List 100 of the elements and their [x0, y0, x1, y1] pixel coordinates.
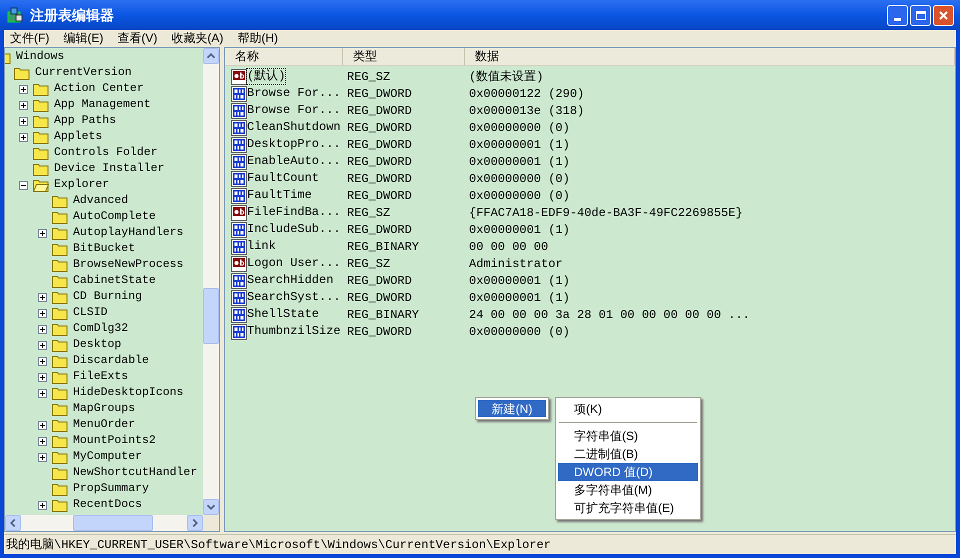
- tree-item[interactable]: MapGroups: [73, 402, 136, 416]
- tree-item[interactable]: CurrentVersion: [35, 66, 132, 80]
- value-name[interactable]: ThumbnzilSize: [247, 324, 341, 339]
- value-data: 0x00000000 (0): [468, 188, 570, 204]
- value-type: REG_DWORD: [346, 154, 413, 170]
- tree-item[interactable]: NewShortcutHandler: [73, 466, 198, 480]
- expand-icon[interactable]: [38, 292, 47, 302]
- value-name[interactable]: FaultTime: [247, 188, 312, 203]
- minimize-button[interactable]: [887, 4, 908, 26]
- menu-item[interactable]: 项(K): [558, 400, 698, 418]
- value-name[interactable]: link: [247, 239, 276, 254]
- expand-icon[interactable]: [38, 228, 47, 238]
- tree-item[interactable]: MountPoints2: [73, 434, 156, 448]
- value-type: REG_DWORD: [346, 120, 413, 136]
- column-header[interactable]: 名称: [225, 48, 343, 65]
- folder-icon: [52, 194, 68, 208]
- expand-icon[interactable]: [38, 372, 47, 382]
- tree-item[interactable]: AutoComplete: [73, 210, 156, 224]
- tree-item[interactable]: PropSummary: [73, 482, 149, 496]
- tree-item[interactable]: FileExts: [73, 370, 128, 384]
- binary-value-icon: [231, 222, 247, 238]
- tree-item[interactable]: BrowseNewProcess: [73, 258, 184, 272]
- expand-icon[interactable]: [38, 324, 47, 334]
- menu-item[interactable]: 二进制值(B): [558, 445, 698, 463]
- menu-item[interactable]: 多字符串值(M): [558, 481, 698, 499]
- tree-item[interactable]: Applets: [54, 130, 102, 144]
- menu-item[interactable]: 查看(V): [117, 31, 158, 45]
- expand-icon[interactable]: [38, 420, 47, 430]
- expand-icon[interactable]: [38, 340, 47, 350]
- value-name[interactable]: FaultCount: [247, 171, 320, 186]
- tree-item[interactable]: Desktop: [73, 338, 122, 352]
- expand-icon[interactable]: [38, 500, 47, 510]
- scroll-up-button[interactable]: [203, 48, 219, 64]
- tree-item[interactable]: Explorer: [54, 178, 110, 192]
- tree-item[interactable]: Device Installer: [54, 162, 164, 176]
- tree-item[interactable]: Action Center: [54, 82, 144, 96]
- status-bar: 我的电脑\HKEY_CURRENT_USER\Software\Microsoft\Windows\CurrentVersion\Explorer: [4, 534, 956, 554]
- tree-item[interactable]: App Management: [54, 98, 151, 112]
- scroll-left-button[interactable]: [5, 515, 21, 531]
- folder-icon: [52, 434, 68, 448]
- value-name[interactable]: FileFindBa...: [247, 205, 341, 220]
- tree-item[interactable]: Discardable: [73, 354, 149, 368]
- window-title: 注册表编辑器: [30, 6, 114, 24]
- expand-icon[interactable]: [38, 308, 47, 318]
- tree-item[interactable]: CLSID: [73, 306, 108, 320]
- maximize-button[interactable]: [910, 4, 931, 26]
- menu-item[interactable]: 新建(N): [478, 400, 546, 417]
- close-button[interactable]: [933, 4, 954, 26]
- menu-item[interactable]: 编辑(E): [63, 31, 104, 45]
- binary-value-icon: [231, 120, 247, 136]
- expand-icon[interactable]: [19, 116, 28, 126]
- menu-item[interactable]: DWORD 值(D): [558, 463, 698, 481]
- value-name[interactable]: Browse For...: [247, 86, 341, 101]
- tree-item[interactable]: Windows: [16, 50, 64, 64]
- value-name[interactable]: SearchSyst...: [247, 290, 341, 305]
- expand-icon[interactable]: [38, 356, 47, 366]
- expand-icon[interactable]: [38, 388, 47, 398]
- tree-item[interactable]: ComDlg32: [73, 322, 128, 336]
- expand-icon[interactable]: [38, 452, 47, 462]
- scroll-down-button[interactable]: [203, 499, 219, 515]
- value-name[interactable]: Logon User...: [247, 256, 341, 271]
- value-name[interactable]: IncludeSub...: [247, 222, 341, 237]
- tree-item[interactable]: MenuOrder: [73, 418, 136, 432]
- tree-item[interactable]: BitBucket: [73, 242, 136, 256]
- tree-item[interactable]: MyComputer: [73, 450, 142, 464]
- scrollbar-thumb[interactable]: [203, 288, 219, 344]
- value-data: 00 00 00 00: [468, 238, 548, 256]
- value-name[interactable]: ShellState: [247, 307, 320, 322]
- value-name[interactable]: EnableAuto...: [247, 154, 341, 169]
- vertical-scrollbar[interactable]: [203, 48, 219, 515]
- value-name[interactable]: DesktopPro...: [247, 137, 341, 152]
- value-type: REG_BINARY: [346, 238, 420, 256]
- expand-icon[interactable]: [19, 132, 28, 142]
- tree-item[interactable]: CD Burning: [73, 290, 142, 304]
- menu-item[interactable]: 字符串值(S): [558, 427, 698, 445]
- tree-item[interactable]: Advanced: [73, 194, 128, 208]
- value-name[interactable]: CleanShutdown: [247, 120, 341, 135]
- tree-item[interactable]: App Paths: [54, 114, 116, 128]
- collapse-icon[interactable]: [19, 180, 28, 190]
- expand-icon[interactable]: [19, 84, 28, 94]
- scrollbar-thumb[interactable]: [73, 515, 153, 531]
- scroll-right-button[interactable]: [187, 515, 203, 531]
- tree-item[interactable]: CabinetState: [73, 274, 156, 288]
- expand-icon[interactable]: [38, 436, 47, 446]
- menu-item[interactable]: 帮助(H): [237, 31, 278, 45]
- column-header[interactable]: 数据: [465, 48, 955, 65]
- tree-item[interactable]: AutoplayHandlers: [73, 226, 184, 240]
- menu-item[interactable]: 文件(F): [10, 31, 50, 45]
- menu-item[interactable]: 收藏夹(A): [171, 31, 224, 45]
- tree-item[interactable]: Controls Folder: [54, 146, 158, 160]
- horizontal-scrollbar[interactable]: [5, 515, 203, 531]
- tree-item[interactable]: RecentDocs: [73, 498, 142, 512]
- value-data: 0x00000000 (0): [468, 324, 570, 340]
- value-name[interactable]: SearchHidden: [247, 273, 334, 288]
- column-header[interactable]: 类型: [343, 48, 465, 65]
- value-name[interactable]: (默认): [247, 69, 286, 84]
- value-name[interactable]: Browse For...: [247, 103, 341, 118]
- menu-item[interactable]: 可扩充字符串值(E): [558, 499, 698, 517]
- tree-item[interactable]: HideDesktopIcons: [73, 386, 184, 400]
- expand-icon[interactable]: [19, 100, 28, 110]
